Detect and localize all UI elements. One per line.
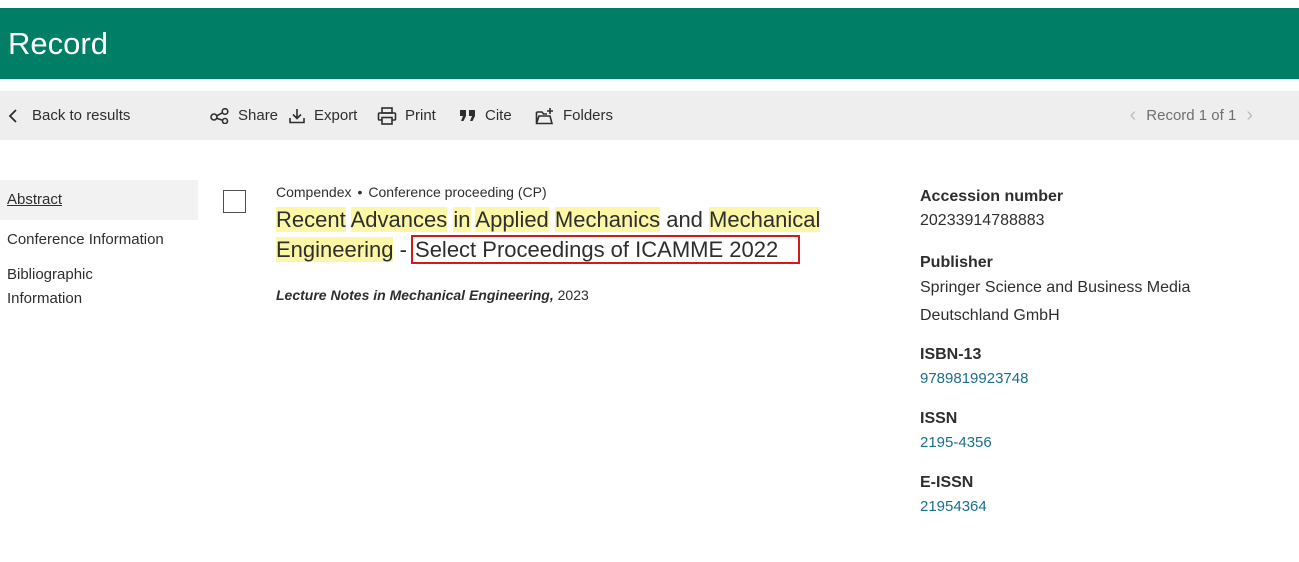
share-label: Share xyxy=(238,107,279,124)
record-title: Recent Advances in Applied Mechanics and… xyxy=(276,205,876,265)
publisher-label: Publisher xyxy=(920,254,993,271)
issn-link[interactable]: 2195-4356 xyxy=(920,430,1280,456)
isbn-link[interactable]: 9789819923748 xyxy=(920,366,1280,392)
title-word: Advances xyxy=(350,207,448,232)
print-button[interactable]: Print xyxy=(377,91,436,140)
record-navigation: ‹ Record 1 of 1 › xyxy=(1120,91,1263,140)
sidebar-item-conference-information[interactable]: Conference Information xyxy=(0,228,198,252)
source-line: Lecture Notes in Mechanical Engineering,… xyxy=(276,287,589,303)
record-meta: Compendex • Conference proceeding (CP) xyxy=(276,184,547,200)
title-word: Mechanical xyxy=(709,207,821,232)
accession-number-value: 20233914788883 xyxy=(920,212,1045,229)
title-word: and xyxy=(666,207,703,232)
folder-add-icon xyxy=(535,107,554,124)
title-word: Engineering xyxy=(276,237,394,262)
eissn-label: E-ISSN xyxy=(920,474,974,491)
separator-dot: • xyxy=(357,184,363,200)
next-record-icon[interactable]: › xyxy=(1246,104,1253,127)
title-word: in xyxy=(453,207,471,232)
accession-number-label: Accession number xyxy=(920,188,1064,205)
source-title: Lecture Notes in Mechanical Engineering, xyxy=(276,287,554,303)
page-header: Record xyxy=(0,8,1299,79)
title-word: Mechanics xyxy=(554,207,661,232)
export-button[interactable]: Export xyxy=(288,91,357,140)
export-label: Export xyxy=(314,107,358,124)
back-to-results-link[interactable]: Back to results xyxy=(8,91,130,140)
select-record-checkbox[interactable] xyxy=(223,190,246,213)
sidebar-item-bibliographic-information[interactable]: Bibliographic Information xyxy=(0,263,147,311)
page-title: Record xyxy=(8,26,108,61)
folders-label: Folders xyxy=(563,107,614,124)
document-type: Conference proceeding (CP) xyxy=(368,184,547,200)
title-subtitle-annotated: Select Proceedings of ICAMME 2022 xyxy=(411,235,801,264)
download-icon xyxy=(289,108,305,123)
cite-button[interactable]: Cite xyxy=(459,91,512,140)
cite-label: Cite xyxy=(485,107,512,124)
issn-label: ISSN xyxy=(920,410,958,427)
title-word: Applied xyxy=(475,207,549,232)
quote-icon xyxy=(460,109,475,121)
details-panel: Accession number 20233914788883 Publishe… xyxy=(920,186,1280,520)
publisher-value: Springer Science and Business Media Deut… xyxy=(920,279,1191,324)
title-word: Recent xyxy=(276,207,346,232)
toolbar: Back to results Share Export Print Cite xyxy=(0,91,1299,140)
printer-icon xyxy=(377,106,397,125)
share-button[interactable]: Share xyxy=(210,91,278,140)
sidebar-nav: Abstract Conference Information Bibliogr… xyxy=(0,180,198,311)
record-counter: Record 1 of 1 xyxy=(1146,107,1237,124)
title-separator: - xyxy=(399,237,407,262)
chevron-left-icon xyxy=(8,108,17,123)
eissn-link[interactable]: 21954364 xyxy=(920,494,1280,520)
database-name: Compendex xyxy=(276,184,352,200)
print-label: Print xyxy=(405,107,436,124)
folders-button[interactable]: Folders xyxy=(535,91,613,140)
share-icon xyxy=(210,107,229,124)
previous-record-icon[interactable]: ‹ xyxy=(1130,104,1137,127)
isbn-label: ISBN-13 xyxy=(920,346,982,363)
back-to-results-label: Back to results xyxy=(32,107,131,124)
sidebar-item-abstract[interactable]: Abstract xyxy=(0,180,198,220)
source-year: 2023 xyxy=(557,287,589,303)
